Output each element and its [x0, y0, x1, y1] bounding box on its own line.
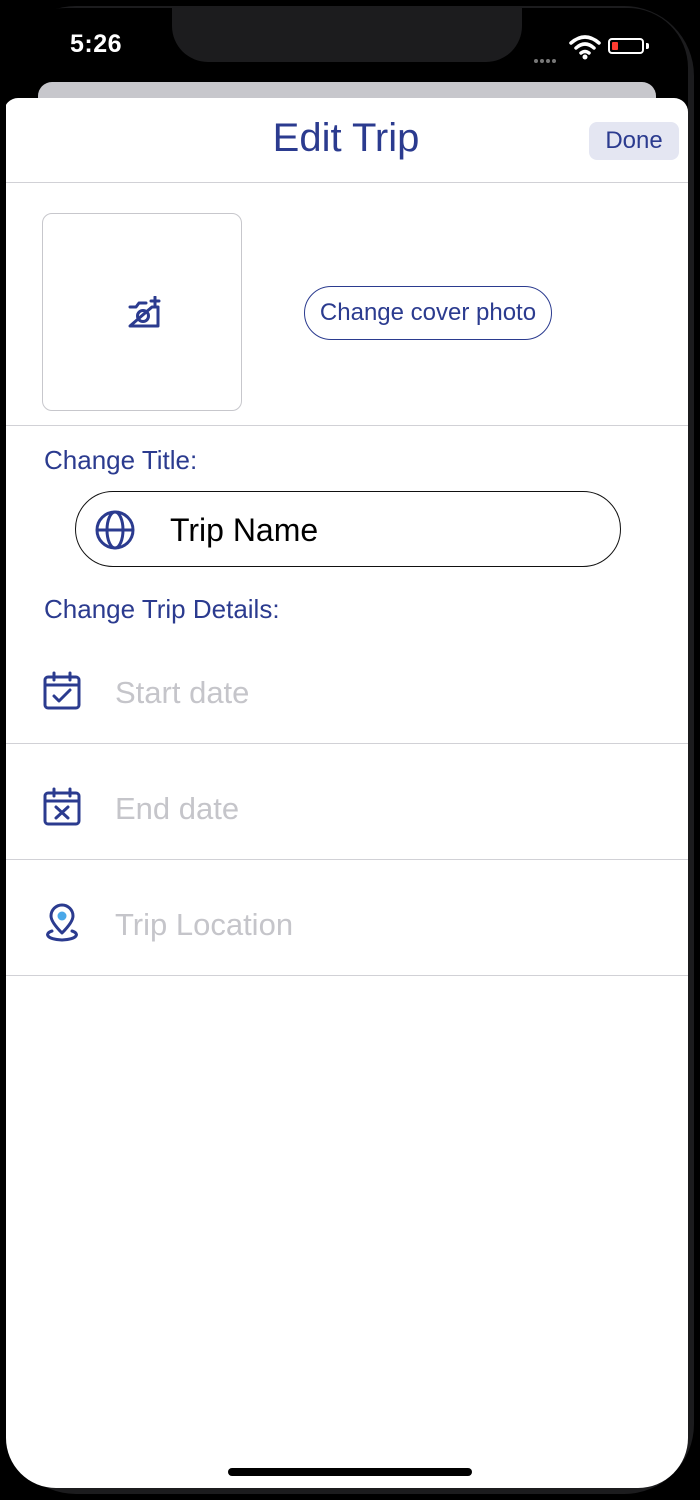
phone-frame: 5:26 Edit Trip Done Change cover photo C… [0, 0, 700, 1500]
cover-photo-placeholder[interactable] [42, 213, 242, 411]
screen: 5:26 Edit Trip Done Change cover photo C… [6, 8, 688, 1488]
edit-trip-sheet: Edit Trip Done Change cover photo Change… [6, 98, 688, 1488]
location-pin-icon [46, 903, 78, 942]
wifi-icon [569, 35, 601, 60]
calendar-x-icon [43, 787, 81, 826]
trip-name-input[interactable]: Trip Name [75, 491, 621, 567]
start-date-placeholder: Start date [115, 675, 250, 710]
end-date-placeholder: End date [115, 791, 240, 826]
home-indicator[interactable] [228, 1468, 472, 1476]
cellular-signal-icon [534, 50, 558, 68]
trip-location-placeholder: Trip Location [115, 907, 294, 942]
status-time: 5:26 [70, 30, 123, 58]
cover-photo-section: Change cover photo [6, 183, 688, 426]
battery-level [612, 42, 618, 50]
done-button[interactable]: Done [589, 122, 679, 160]
page-title: Edit Trip [272, 116, 420, 160]
trip-name-value: Trip Name [170, 512, 319, 548]
battery-tip [646, 43, 649, 49]
start-date-field[interactable]: Start date [6, 627, 688, 744]
trip-location-field[interactable]: Trip Location [6, 859, 688, 976]
change-cover-photo-button[interactable]: Change cover photo [304, 286, 552, 340]
add-photo-camera-icon [128, 296, 161, 328]
battery-icon [608, 38, 644, 54]
nav-bar: Edit Trip Done [6, 98, 688, 183]
change-trip-details-label: Change Trip Details: [44, 594, 280, 624]
notch [172, 8, 522, 62]
globe-icon [95, 510, 135, 550]
change-title-label: Change Title: [44, 445, 198, 475]
end-date-field[interactable]: End date [6, 743, 688, 860]
calendar-check-icon [43, 671, 81, 710]
